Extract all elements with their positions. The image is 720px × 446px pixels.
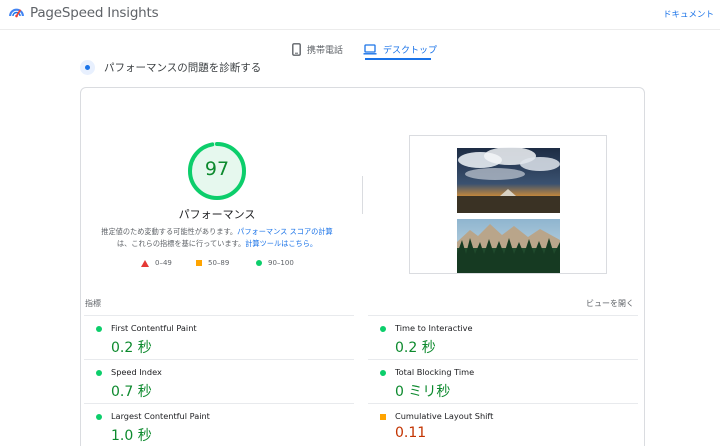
metric-value: 0 ミリ秒 [395, 384, 451, 400]
good-status-icon [96, 414, 102, 420]
performance-score: 97 [204, 158, 230, 180]
disclaimer-text-1: 推定値のため変動する可能性があります。 [101, 227, 238, 236]
score-disclaimer: 推定値のため変動する可能性があります。パフォーマンス スコアの計算 は、これらの… [96, 226, 338, 250]
metric-largest-contentful-paint: Largest Contentful Paint 1.0 秒 [84, 403, 354, 446]
metric-cumulative-layout-shift: Cumulative Layout Shift 0.11 [368, 403, 638, 446]
legend-good-range: 90–100 [268, 259, 294, 267]
page-screenshot [409, 135, 607, 274]
metric-total-blocking-time: Total Blocking Time 0 ミリ秒 [368, 359, 638, 403]
metric-name: Cumulative Layout Shift [395, 411, 494, 421]
legend-poor-range: 0–49 [155, 259, 172, 267]
page-screenshot-image [457, 147, 560, 273]
metric-first-contentful-paint: First Contentful Paint 0.2 秒 [84, 315, 354, 359]
metric-time-to-interactive: Time to Interactive 0.2 秒 [368, 315, 638, 359]
pagespeed-logo-icon [9, 8, 24, 18]
expand-view-toggle[interactable]: ビューを開く [586, 298, 634, 309]
good-status-icon [96, 326, 102, 332]
legend-good: 90–100 [256, 259, 294, 267]
metric-name: Speed Index [111, 367, 162, 377]
metric-name: Largest Contentful Paint [111, 411, 210, 421]
metric-name: Time to Interactive [395, 323, 473, 333]
diagnose-icon [80, 60, 95, 75]
metric-value: 0.2 秒 [395, 340, 436, 356]
square-icon [196, 260, 202, 266]
metric-value: 0.11 [395, 425, 427, 441]
legend-average-range: 50–89 [208, 259, 230, 267]
calculator-link[interactable]: 計算ツールはこちら。 [245, 239, 317, 248]
top-header: PageSpeed Insights ドキュメント [0, 0, 720, 30]
metric-name: Total Blocking Time [395, 367, 475, 377]
phone-icon [292, 42, 301, 56]
score-calculation-link[interactable]: パフォーマンス スコアの計算 [237, 227, 333, 236]
vertical-divider [362, 176, 363, 214]
metric-speed-index: Speed Index 0.7 秒 [84, 359, 354, 403]
performance-label: パフォーマンス [178, 208, 256, 221]
good-status-icon [380, 326, 386, 332]
diagnose-heading: パフォーマンスの問題を診断する [80, 60, 261, 75]
metric-value: 0.7 秒 [111, 384, 152, 400]
tab-mobile-label: 携帯電話 [307, 45, 344, 56]
diagnose-title: パフォーマンスの問題を診断する [104, 62, 262, 74]
circle-icon [256, 260, 262, 266]
triangle-icon [141, 259, 149, 267]
legend-average: 50–89 [196, 259, 229, 267]
good-status-icon [380, 370, 386, 376]
metrics-section-label: 指標 [85, 299, 101, 308]
metric-value: 0.2 秒 [111, 340, 152, 356]
average-status-icon [380, 414, 386, 420]
good-status-icon [96, 370, 102, 376]
logo[interactable]: PageSpeed Insights [8, 4, 159, 21]
active-tab-indicator [365, 58, 431, 60]
tab-desktop-label: デスクトップ [383, 45, 438, 56]
laptop-icon [363, 43, 377, 55]
tab-desktop[interactable]: デスクトップ [363, 38, 437, 60]
device-tabs: 携帯電話 デスクトップ [0, 38, 720, 60]
tab-mobile[interactable]: 携帯電話 [292, 38, 343, 60]
metric-value: 1.0 秒 [111, 428, 152, 444]
documentation-link[interactable]: ドキュメント [663, 8, 714, 20]
disclaimer-text-2: は、これらの指標を基に行っています。 [116, 239, 246, 248]
legend-poor: 0–49 [141, 259, 172, 267]
app-title: PageSpeed Insights [30, 4, 159, 21]
metric-name: First Contentful Paint [111, 323, 197, 333]
